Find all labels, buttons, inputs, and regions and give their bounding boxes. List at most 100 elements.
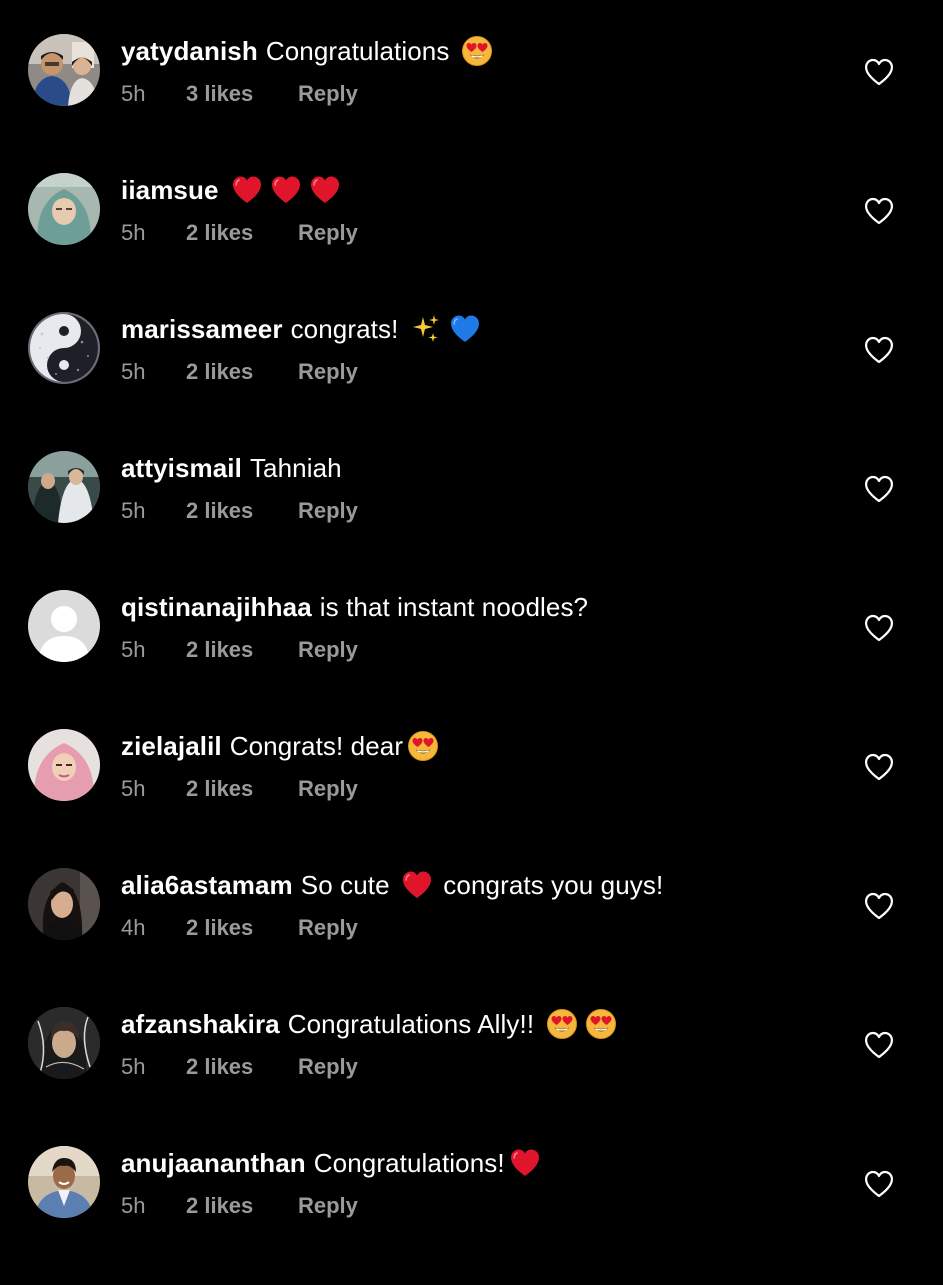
reply-button[interactable]: Reply bbox=[298, 1191, 358, 1221]
comment-item: marissameer congrats! 5h 2 likes Reply bbox=[0, 312, 943, 451]
photo-hijab-icon[interactable] bbox=[28, 173, 100, 245]
like-button[interactable] bbox=[864, 1170, 894, 1198]
comment-item: alia6astamam So cute congrats you guys! … bbox=[0, 868, 943, 1007]
heart-outline-icon bbox=[865, 614, 893, 642]
like-button[interactable] bbox=[864, 336, 894, 364]
timestamp: 5h bbox=[121, 637, 146, 662]
comment-item: anujaananthan Congratulations! 5h 2 like… bbox=[0, 1146, 943, 1285]
likes-count[interactable]: 2 likes bbox=[186, 496, 253, 526]
comment-text: congrats! bbox=[290, 314, 406, 344]
username[interactable]: qistinanajihhaa bbox=[121, 590, 312, 624]
timestamp: 5h bbox=[121, 498, 146, 523]
photo-couple-icon[interactable] bbox=[28, 34, 100, 106]
heart-outline-icon bbox=[865, 336, 893, 364]
username[interactable]: anujaananthan bbox=[121, 1146, 306, 1180]
comment-item: attyismail Tahniah 5h 2 likes Reply bbox=[0, 451, 943, 590]
comment-text: Tahniah bbox=[249, 453, 342, 483]
comment-text: So cute bbox=[300, 870, 397, 900]
red-heart-emoji-icon bbox=[401, 869, 433, 901]
reply-button[interactable]: Reply bbox=[298, 357, 358, 387]
comment-text: Congratulations! bbox=[313, 1148, 505, 1178]
like-button[interactable] bbox=[864, 58, 894, 86]
likes-count[interactable]: 2 likes bbox=[186, 1191, 253, 1221]
likes-count[interactable]: 2 likes bbox=[186, 635, 253, 665]
reply-button[interactable]: Reply bbox=[298, 913, 358, 943]
heart-eyes-emoji-icon bbox=[546, 1008, 578, 1040]
username[interactable]: afzanshakira bbox=[121, 1007, 280, 1041]
username[interactable]: alia6astamam bbox=[121, 868, 293, 902]
comment-text: is that instant noodles? bbox=[319, 592, 589, 622]
timestamp: 5h bbox=[121, 1054, 146, 1079]
comment-text: congrats you guys! bbox=[435, 870, 664, 900]
heart-outline-icon bbox=[865, 1031, 893, 1059]
comment-body: marissameer congrats! bbox=[121, 312, 484, 346]
reply-button[interactable]: Reply bbox=[298, 218, 358, 248]
comment-body: qistinanajihhaa is that instant noodles? bbox=[121, 590, 588, 624]
heart-outline-icon bbox=[865, 892, 893, 920]
username[interactable]: iiamsue bbox=[121, 173, 219, 207]
like-button[interactable] bbox=[864, 1031, 894, 1059]
timestamp: 5h bbox=[121, 220, 146, 245]
heart-outline-icon bbox=[865, 475, 893, 503]
username[interactable]: marissameer bbox=[121, 312, 283, 346]
red-heart-emoji-icon bbox=[309, 174, 341, 206]
like-button[interactable] bbox=[864, 197, 894, 225]
timestamp: 5h bbox=[121, 776, 146, 801]
likes-count[interactable]: 2 likes bbox=[186, 357, 253, 387]
likes-count[interactable]: 3 likes bbox=[186, 79, 253, 109]
heart-outline-icon bbox=[865, 1170, 893, 1198]
like-button[interactable] bbox=[864, 892, 894, 920]
comment-text: Congratulations bbox=[265, 36, 457, 66]
likes-count[interactable]: 2 likes bbox=[186, 774, 253, 804]
photo-portrait-dark-icon[interactable] bbox=[28, 868, 100, 940]
username[interactable]: attyismail bbox=[121, 451, 242, 485]
username[interactable]: zielajalil bbox=[121, 729, 222, 763]
timestamp: 5h bbox=[121, 359, 146, 384]
photo-sketch-icon[interactable] bbox=[28, 1007, 100, 1079]
comment-body: afzanshakira Congratulations Ally!! bbox=[121, 1007, 620, 1041]
comment-text: Congrats! dear bbox=[229, 731, 404, 761]
reply-button[interactable]: Reply bbox=[298, 635, 358, 665]
photo-yinyang-icon[interactable] bbox=[28, 312, 100, 384]
like-button[interactable] bbox=[864, 475, 894, 503]
comment-body: yatydanish Congratulations bbox=[121, 34, 496, 68]
reply-button[interactable]: Reply bbox=[298, 496, 358, 526]
timestamp: 5h bbox=[121, 81, 146, 106]
heart-outline-icon bbox=[865, 753, 893, 781]
like-button[interactable] bbox=[864, 753, 894, 781]
likes-count[interactable]: 2 likes bbox=[186, 913, 253, 943]
comment-item: iiamsue 5h 2 likes Reply bbox=[0, 173, 943, 312]
likes-count[interactable]: 2 likes bbox=[186, 1052, 253, 1082]
default-avatar-icon[interactable] bbox=[28, 590, 100, 662]
red-heart-emoji-icon bbox=[509, 1147, 541, 1179]
comment-item: afzanshakira Congratulations Ally!! 5h 2… bbox=[0, 1007, 943, 1146]
sparkles-emoji-icon bbox=[410, 313, 442, 345]
heart-eyes-emoji-icon bbox=[461, 35, 493, 67]
comments-list: yatydanish Congratulations 5h 3 likes Re… bbox=[0, 0, 943, 1280]
comment-body: attyismail Tahniah bbox=[121, 451, 342, 485]
heart-outline-icon bbox=[865, 197, 893, 225]
comment-text: Congratulations Ally!! bbox=[287, 1009, 542, 1039]
comment-item: zielajalil Congrats! dear 5h 2 likes Rep… bbox=[0, 729, 943, 868]
timestamp: 5h bbox=[121, 1193, 146, 1218]
reply-button[interactable]: Reply bbox=[298, 79, 358, 109]
heart-outline-icon bbox=[865, 58, 893, 86]
reply-button[interactable]: Reply bbox=[298, 774, 358, 804]
like-button[interactable] bbox=[864, 614, 894, 642]
comment-item: yatydanish Congratulations 5h 3 likes Re… bbox=[0, 34, 943, 173]
red-heart-emoji-icon bbox=[270, 174, 302, 206]
heart-eyes-emoji-icon bbox=[407, 730, 439, 762]
heart-eyes-emoji-icon bbox=[585, 1008, 617, 1040]
comment-body: anujaananthan Congratulations! bbox=[121, 1146, 544, 1180]
timestamp: 4h bbox=[121, 915, 146, 940]
comment-item: qistinanajihhaa is that instant noodles?… bbox=[0, 590, 943, 729]
photo-pink-hijab-icon[interactable] bbox=[28, 729, 100, 801]
reply-button[interactable]: Reply bbox=[298, 1052, 358, 1082]
photo-group-icon[interactable] bbox=[28, 451, 100, 523]
username[interactable]: yatydanish bbox=[121, 34, 258, 68]
comment-body: zielajalil Congrats! dear bbox=[121, 729, 442, 763]
likes-count[interactable]: 2 likes bbox=[186, 218, 253, 248]
photo-jacket-icon[interactable] bbox=[28, 1146, 100, 1218]
comment-body: alia6astamam So cute congrats you guys! bbox=[121, 868, 663, 902]
blue-heart-emoji-icon bbox=[449, 313, 481, 345]
